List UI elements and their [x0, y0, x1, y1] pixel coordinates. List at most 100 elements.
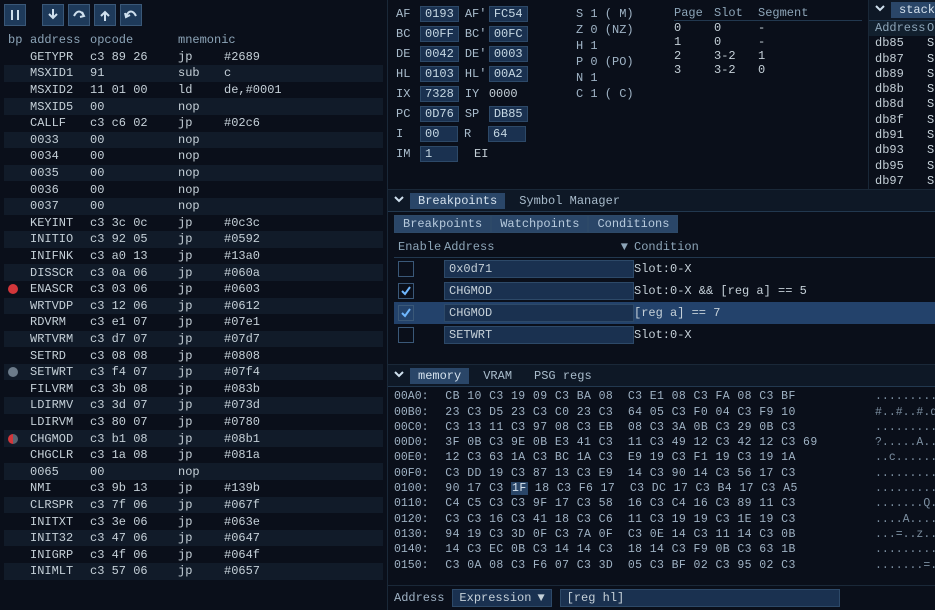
disasm-row[interactable]: LDIRMVc3 3d 07jp#073d [4, 397, 383, 414]
reg-IM[interactable]: 1 [420, 146, 458, 162]
disasm-row[interactable]: INIT32c3 47 06jp#0647 [4, 530, 383, 547]
memory-row[interactable]: 00E0: 12 C3 63 1A C3 BC 1A C3 E9 19 C3 F… [394, 450, 935, 465]
disasm-row[interactable]: SETWRTc3 f4 07jp#07f4 [4, 364, 383, 381]
disasm-row[interactable]: MSXID211 01 00ldde,#0001 [4, 82, 383, 99]
disasm-row[interactable]: WRTVRMc3 d7 07jp#07d7 [4, 331, 383, 348]
disasm-row[interactable]: LDIRVMc3 80 07jp#0780 [4, 414, 383, 431]
disasm-row[interactable]: MSXID500nop [4, 98, 383, 115]
dropdown-icon[interactable] [394, 194, 404, 208]
stack-row[interactable]: db8bSP+610dc [869, 82, 935, 97]
disasm-row[interactable]: DISSCRc3 0a 06jp#060a [4, 264, 383, 281]
tab-symbol-manager[interactable]: Symbol Manager [511, 193, 628, 209]
tab-memory[interactable]: memory [410, 368, 469, 384]
memory-row[interactable]: 0130: 94 19 C3 3D 0F C3 7A 0F C3 0E 14 C… [394, 527, 935, 542]
breakpoint-row[interactable]: SETWRTSlot:0-X [394, 324, 935, 346]
breakpoint-row[interactable]: CHGMODSlot:0-X && [reg a] == 5 [394, 280, 935, 302]
reg-IX[interactable]: 7328 [420, 86, 459, 102]
breakpoint-marker[interactable] [8, 367, 18, 377]
disasm-row[interactable]: 003300nop [4, 132, 383, 149]
address-mode-select[interactable]: Expression ▼ [452, 589, 551, 607]
tab-vram[interactable]: VRAM [475, 368, 520, 384]
disasm-row[interactable]: GETYPRc3 89 26jp#2689 [4, 49, 383, 66]
dropdown-icon[interactable] [875, 3, 885, 17]
disasm-row[interactable]: INIFNKc3 a0 13jp#13a0 [4, 248, 383, 265]
stack-row[interactable]: db87SP+20042 [869, 52, 935, 67]
step-over-button[interactable] [68, 4, 90, 26]
reg-R[interactable]: 64 [488, 126, 526, 142]
disasm-row[interactable]: FILVRMc3 3b 08jp#083b [4, 380, 383, 397]
enable-checkbox[interactable] [398, 261, 414, 277]
reg-AFp[interactable]: FC54 [489, 6, 528, 22]
dropdown-icon[interactable] [394, 369, 404, 383]
memory-row[interactable]: 00A0: CB 10 C3 19 09 C3 BA 08 C3 E1 08 C… [394, 389, 935, 404]
tab-breakpoints[interactable]: Breakpoints [410, 193, 505, 209]
reg-PC[interactable]: 0D76 [420, 106, 459, 122]
breakpoint-marker[interactable] [8, 434, 18, 444]
stack-panel: stack ✕ Address Offset Value db85SP+000f… [868, 0, 935, 189]
tab-psg[interactable]: PSG regs [526, 368, 600, 384]
enable-checkbox[interactable] [398, 283, 414, 299]
disasm-row[interactable]: CLRSPRc3 7f 06jp#067f [4, 497, 383, 514]
reg-HL[interactable]: 0103 [420, 66, 459, 82]
disasm-row[interactable]: 003700nop [4, 198, 383, 215]
memory-row[interactable]: 0120: C3 C3 16 C3 41 18 C3 C6 11 C3 19 1… [394, 512, 935, 527]
stack-tab[interactable]: stack [891, 2, 935, 18]
subtab-watchpoints[interactable]: Watchpoints [491, 215, 588, 233]
stack-row[interactable]: db89SP+40103 [869, 67, 935, 82]
step-back-button[interactable] [120, 4, 142, 26]
breakpoint-marker[interactable] [8, 284, 18, 294]
sort-icon[interactable]: ▼ [621, 240, 628, 254]
disasm-row[interactable]: SETRDc3 08 08jp#0808 [4, 347, 383, 364]
subtab-conditions[interactable]: Conditions [588, 215, 678, 233]
stack-row[interactable]: db91SP+Cfca8 [869, 128, 935, 143]
memory-row[interactable]: 00B0: 23 C3 D5 23 C3 C0 23 C3 64 05 C3 F… [394, 405, 935, 420]
memory-row[interactable]: 00C0: C3 13 11 C3 97 08 C3 EB 08 C3 3A 0… [394, 420, 935, 435]
disasm-row[interactable]: INIMLTc3 57 06jp#0657 [4, 563, 383, 580]
disasm-row[interactable]: CHGMODc3 b1 08jp#08b1 [4, 430, 383, 447]
disasm-row[interactable]: INIGRPc3 4f 06jp#064f [4, 546, 383, 563]
disasm-row[interactable]: INITXTc3 3e 06jp#063e [4, 513, 383, 530]
memory-row[interactable]: 0140: 14 C3 EC 0B C3 14 14 C3 18 14 C3 F… [394, 542, 935, 557]
disasm-row[interactable]: CALLFc3 c6 02jp#02c6 [4, 115, 383, 132]
subtab-breakpoints[interactable]: Breakpoints [394, 215, 491, 233]
reg-DE[interactable]: 0042 [420, 46, 459, 62]
stack-row[interactable]: db8fSP+A0007 [869, 113, 935, 128]
disasm-row[interactable]: ENASCRc3 03 06jp#0603 [4, 281, 383, 298]
stack-row[interactable]: db85SP+000ff [869, 36, 935, 51]
disasm-row[interactable]: KEYINTc3 3c 0cjp#0c3c [4, 215, 383, 232]
disasm-row[interactable]: 003500nop [4, 165, 383, 182]
reg-AF[interactable]: 0193 [420, 6, 459, 22]
reg-SP[interactable]: DB85 [489, 106, 528, 122]
step-into-button[interactable] [42, 4, 64, 26]
disasm-row[interactable]: MSXID191subc [4, 65, 383, 82]
breakpoint-row[interactable]: CHGMOD[reg a] == 7 [394, 302, 935, 324]
breakpoint-row[interactable]: 0x0d71Slot:0-X [394, 258, 935, 280]
memory-row[interactable]: 00D0: 3F 0B C3 9E 0B E3 41 C3 11 C3 49 1… [394, 435, 935, 450]
enable-checkbox[interactable] [398, 305, 414, 321]
step-out-button[interactable] [94, 4, 116, 26]
disasm-row[interactable]: NMIc3 9b 13jp#139b [4, 480, 383, 497]
stack-row[interactable]: db95SP+104167 [869, 159, 935, 174]
reg-I[interactable]: 00 [420, 126, 458, 142]
stack-row[interactable]: db97SP+120000 [869, 174, 935, 189]
reg-BCp[interactable]: 00FC [489, 26, 528, 42]
expression-input[interactable]: [reg hl] [560, 589, 840, 607]
disasm-row[interactable]: 003600nop [4, 181, 383, 198]
disasm-row[interactable]: 006500nop [4, 463, 383, 480]
memory-row[interactable]: 00F0: C3 DD 19 C3 87 13 C3 E9 14 C3 90 1… [394, 466, 935, 481]
enable-checkbox[interactable] [398, 327, 414, 343]
reg-DEp[interactable]: 0003 [489, 46, 528, 62]
memory-row[interactable]: 0100: 90 17 C3 1F 18 C3 F6 17 C3 DC 17 C… [394, 481, 935, 496]
stack-row[interactable]: db8dSP+805ff [869, 97, 935, 112]
disasm-row[interactable]: 003400nop [4, 148, 383, 165]
reg-HLp[interactable]: 00A2 [489, 66, 528, 82]
disasm-row[interactable]: CHGCLRc3 1a 08jp#081a [4, 447, 383, 464]
reg-BC[interactable]: 00FF [420, 26, 459, 42]
disasm-row[interactable]: INITIOc3 92 05jp#0592 [4, 231, 383, 248]
stack-row[interactable]: db93SP+E23ea [869, 143, 935, 158]
memory-row[interactable]: 0150: C3 0A 08 C3 F6 07 C3 3D 05 C3 BF 0… [394, 558, 935, 573]
disasm-row[interactable]: RDVRMc3 e1 07jp#07e1 [4, 314, 383, 331]
pause-button[interactable] [4, 4, 26, 26]
disasm-row[interactable]: WRTVDPc3 12 06jp#0612 [4, 298, 383, 315]
memory-row[interactable]: 0110: C4 C5 C3 C3 9F 17 C3 58 16 C3 C4 1… [394, 496, 935, 511]
